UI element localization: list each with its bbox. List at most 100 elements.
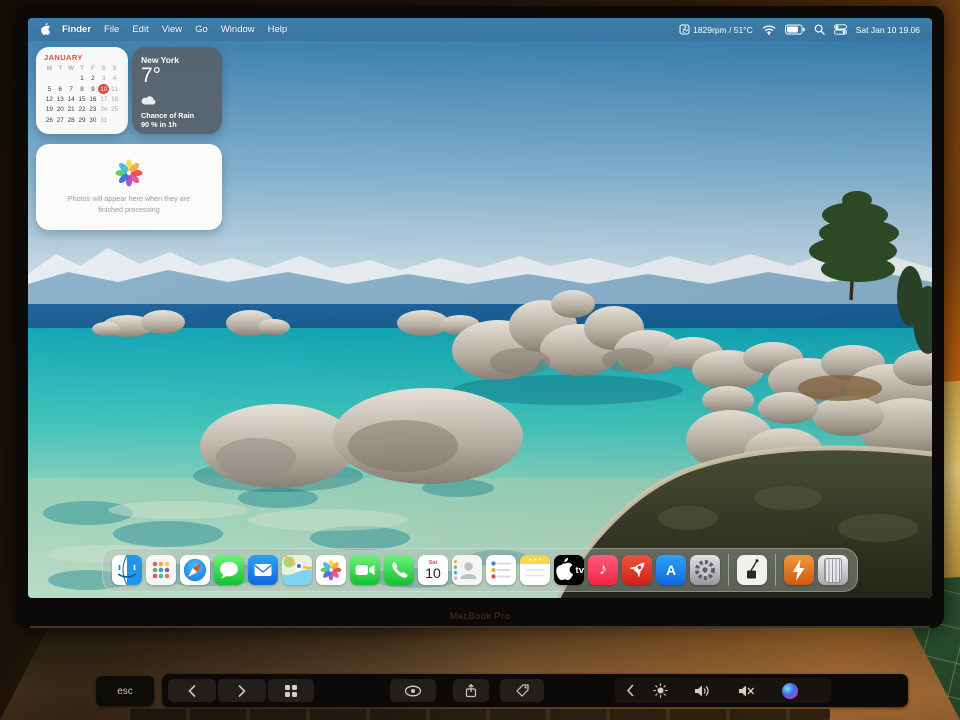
calendar-date: 2 xyxy=(91,75,95,83)
fan-stat-text: 1829rpm / 51°C xyxy=(693,24,753,35)
calendar-date: 4 xyxy=(112,75,117,83)
calendar-day-header: W xyxy=(68,65,75,73)
chevron-left-icon xyxy=(188,684,196,697)
brightness-button[interactable] xyxy=(643,678,677,703)
calendar-date: 1 xyxy=(80,75,84,83)
rocket-app-icon[interactable] xyxy=(622,555,652,585)
calendar-date: 18 xyxy=(111,95,119,103)
spotlight-icon[interactable] xyxy=(814,24,825,35)
music-note-glyph: ♪ xyxy=(599,561,607,578)
calendar-date: 12 xyxy=(45,95,53,103)
mute-button[interactable] xyxy=(727,678,765,703)
fan-control-status[interactable]: 1829rpm / 51°C xyxy=(679,24,753,35)
volume-button[interactable] xyxy=(683,678,721,703)
fan-icon xyxy=(679,24,690,35)
apple-logo-glyph xyxy=(556,557,574,581)
share-icon xyxy=(465,683,477,698)
touchbar-forward-button[interactable] xyxy=(218,679,266,702)
calendar-date: 3 xyxy=(101,75,106,83)
photo-of-macbook: { "menubar": { "items": ["Finder", "File… xyxy=(0,0,960,720)
calendar-date: 25 xyxy=(111,106,119,114)
calendar-date: 11 xyxy=(111,85,118,93)
calendar-date xyxy=(66,74,77,84)
calendar-date: 17 xyxy=(100,95,108,103)
cloud-icon xyxy=(141,96,156,105)
menu-item[interactable]: Window xyxy=(221,24,255,35)
contacts-icon[interactable] xyxy=(452,555,482,585)
esc-label: esc xyxy=(117,685,133,697)
calendar-date: 8 xyxy=(80,85,84,93)
menu-item[interactable]: View xyxy=(162,24,182,35)
battery-icon[interactable] xyxy=(784,24,805,35)
menu-item[interactable]: Help xyxy=(268,24,288,35)
touchbar-tags-button[interactable] xyxy=(500,679,544,702)
utility-app-icon[interactable] xyxy=(737,555,767,585)
calendar-month-label: JANUARY xyxy=(44,53,83,62)
weather-widget[interactable]: New York 7° Chance of Rain 90 % in 1h xyxy=(132,47,222,134)
maps-icon[interactable] xyxy=(282,555,312,585)
calendar-date xyxy=(55,74,66,84)
calendar-widget[interactable]: JANUARY MTWTFSS 1 2 3 4 5 6 7 8 9 10 11 12 13 14 15 16 1… xyxy=(36,47,128,134)
mail-icon[interactable] xyxy=(248,555,278,585)
eye-icon xyxy=(404,685,422,696)
power-app-icon[interactable] xyxy=(784,555,814,585)
calendar-day-header: F xyxy=(90,65,95,73)
calendar-date: 30 xyxy=(89,116,97,124)
calendar-date: 23 xyxy=(89,106,97,114)
reminders-icon[interactable] xyxy=(486,555,516,585)
facetime-icon[interactable] xyxy=(350,555,380,585)
calendar-day-header: S xyxy=(112,65,117,73)
calendar-date: 26 xyxy=(45,116,53,124)
control-strip-expand-button[interactable] xyxy=(621,678,639,703)
music-icon[interactable]: ♪ xyxy=(588,555,618,585)
calendar-app-icon[interactable]: Sat 10 xyxy=(418,555,448,585)
calendar-date: 28 xyxy=(67,116,75,124)
calendar-day-header: T xyxy=(58,65,63,73)
siri-button[interactable] xyxy=(773,678,807,703)
notes-icon[interactable] xyxy=(520,555,550,585)
menu-item[interactable]: Go xyxy=(195,24,208,35)
photos-app-icon[interactable] xyxy=(316,555,346,585)
system-preferences-icon[interactable] xyxy=(690,555,720,585)
finder-icon[interactable] xyxy=(112,555,142,585)
messages-icon[interactable] xyxy=(214,555,244,585)
weather-temperature: 7° xyxy=(141,64,162,87)
macos-desktop: Finder File Edit View Go Window Help 1829rpm /… xyxy=(28,18,932,598)
tag-icon xyxy=(515,684,529,697)
launchpad-icon[interactable] xyxy=(146,555,176,585)
phone-icon[interactable] xyxy=(384,555,414,585)
calendar-date: 31 xyxy=(100,116,108,124)
calendar-day-headers: MTWTFSS xyxy=(44,64,120,74)
calendar-date: 9 xyxy=(91,85,95,93)
menu-item[interactable]: Finder xyxy=(62,24,91,35)
menu-item[interactable]: Edit xyxy=(132,24,148,35)
tv-label: tv xyxy=(575,564,584,576)
calendar-date xyxy=(109,115,120,125)
safari-icon[interactable] xyxy=(180,555,210,585)
chevron-left-icon xyxy=(626,684,634,697)
calendar-date: 27 xyxy=(56,116,64,124)
touchbar-grid-button[interactable] xyxy=(268,679,314,702)
esc-key[interactable]: esc xyxy=(96,676,154,706)
trash-icon[interactable] xyxy=(818,555,848,585)
dock: Sat 10 tv ♪ A xyxy=(102,548,858,592)
touchbar-share-button[interactable] xyxy=(453,679,489,702)
app-store-icon[interactable]: A xyxy=(656,555,686,585)
menu-bar-clock[interactable]: Sat Jan 10 19.06 xyxy=(856,25,920,35)
touchbar-quicklook-button[interactable] xyxy=(390,679,436,702)
touchbar-back-button[interactable] xyxy=(168,679,216,702)
apple-tv-icon[interactable]: tv xyxy=(554,555,584,585)
appstore-a-glyph: A xyxy=(665,562,677,578)
control-center-icon[interactable] xyxy=(833,24,847,35)
photos-widget[interactable]: Photos will appear here when they are fi… xyxy=(36,144,222,230)
menu-item[interactable]: File xyxy=(104,24,119,35)
calendar-date: 16 xyxy=(89,95,97,103)
apple-menu-icon[interactable] xyxy=(40,23,51,36)
chassis-edge xyxy=(30,626,930,628)
dock-separator xyxy=(728,554,729,586)
calendar-date: 6 xyxy=(58,85,63,93)
macbook-display-bezel: Finder File Edit View Go Window Help 1829rpm /… xyxy=(16,6,944,628)
calendar-icon-day: 10 xyxy=(425,565,441,582)
wifi-icon[interactable] xyxy=(762,25,776,35)
speaker-mute-icon xyxy=(738,685,754,696)
